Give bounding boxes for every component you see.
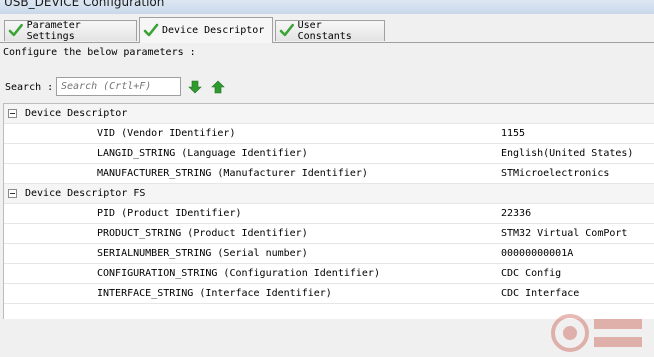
checkmark-icon — [279, 23, 294, 37]
parameter-value[interactable]: English(United States) — [501, 148, 633, 159]
parameter-name: LANGID_STRING (Language Identifier) — [97, 148, 308, 159]
parameter-value[interactable]: STMicroelectronics — [501, 168, 609, 179]
parameter-row[interactable]: SERIALNUMBER_STRING (Serial number) 0000… — [4, 244, 654, 264]
parameter-value[interactable]: STM32 Virtual ComPort — [501, 228, 627, 239]
checkmark-icon — [8, 23, 23, 37]
tab-bar: Parameter Settings Device Descriptor Use… — [0, 14, 654, 43]
tab-content: Configure the below parameters : Search … — [0, 43, 654, 352]
arrow-up-icon[interactable] — [211, 80, 225, 94]
group-device-descriptor[interactable]: Device Descriptor — [4, 104, 654, 124]
window-title: USB_DEVICE Configuration — [4, 0, 165, 9]
parameter-name: PRODUCT_STRING (Product Identifier) — [97, 228, 308, 239]
group-device-descriptor-fs[interactable]: Device Descriptor FS — [4, 184, 654, 204]
collapse-icon[interactable] — [8, 109, 17, 118]
collapse-icon[interactable] — [8, 189, 17, 198]
window-title-bar: USB_DEVICE Configuration — [0, 0, 654, 14]
arrow-down-icon[interactable] — [188, 80, 202, 94]
parameter-row[interactable]: VID (Vendor IDentifier) 1155 — [4, 124, 654, 144]
tab-label: User Constants — [297, 20, 352, 42]
parameter-value[interactable]: 00000000001A — [501, 248, 573, 259]
parameter-row[interactable]: LANGID_STRING (Language Identifier) Engl… — [4, 144, 654, 164]
tab-label: Device Descriptor — [162, 25, 265, 36]
parameter-row[interactable]: MANUFACTURER_STRING (Manufacturer Identi… — [4, 164, 654, 184]
configure-text: Configure the below parameters : — [3, 47, 196, 58]
parameter-row[interactable]: PID (Product IDentifier) 22336 — [4, 204, 654, 224]
parameter-row[interactable]: INTERFACE_STRING (Interface Identifier) … — [4, 284, 654, 304]
parameter-value[interactable]: CDC Config — [501, 268, 561, 279]
parameter-value[interactable]: CDC Interface — [501, 288, 579, 299]
search-input[interactable] — [56, 77, 181, 96]
tab-parameter-settings[interactable]: Parameter Settings — [4, 20, 137, 42]
parameter-row[interactable]: CONFIGURATION_STRING (Configuration Iden… — [4, 264, 654, 284]
parameter-value[interactable]: 22336 — [501, 208, 531, 219]
tab-user-constants[interactable]: User Constants — [275, 20, 385, 42]
tab-device-descriptor[interactable]: Device Descriptor — [139, 17, 273, 43]
group-name: Device Descriptor — [25, 108, 128, 119]
parameter-name: INTERFACE_STRING (Interface Identifier) — [97, 288, 332, 299]
parameter-name: PID (Product IDentifier) — [97, 208, 242, 219]
parameter-value[interactable]: 1155 — [501, 128, 525, 139]
group-name: Device Descriptor FS — [25, 188, 146, 199]
checkmark-icon — [143, 23, 159, 36]
search-label: Search : — [5, 82, 54, 93]
parameter-name: VID (Vendor IDentifier) — [97, 128, 236, 139]
parameter-name: CONFIGURATION_STRING (Configuration Iden… — [97, 268, 380, 279]
tab-label: Parameter Settings — [26, 20, 81, 42]
watermark-logo — [551, 314, 642, 352]
parameter-name: MANUFACTURER_STRING (Manufacturer Identi… — [97, 168, 368, 179]
parameter-name: SERIALNUMBER_STRING (Serial number) — [97, 248, 308, 259]
parameter-tree: Device Descriptor VID (Vendor IDentifier… — [3, 103, 654, 319]
parameter-row[interactable]: PRODUCT_STRING (Product Identifier) STM3… — [4, 224, 654, 244]
